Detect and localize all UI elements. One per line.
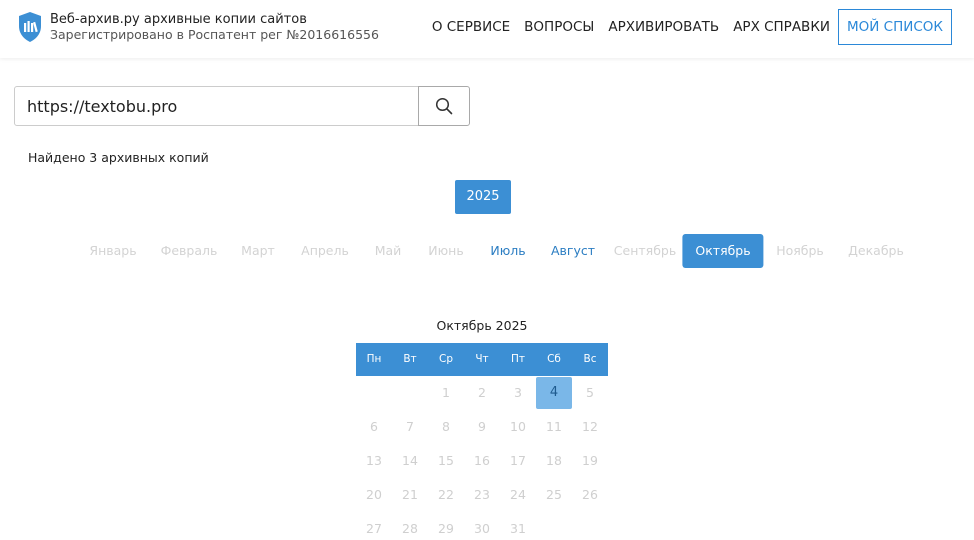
- calendar-day: 9: [478, 419, 486, 434]
- month-4: Апрель: [301, 243, 349, 258]
- calendar-day: 17: [510, 453, 526, 468]
- month-12: Декабрь: [848, 243, 904, 258]
- calendar-day: 10: [510, 419, 526, 434]
- calendar-day: 11: [546, 419, 562, 434]
- nav-faq[interactable]: ВОПРОСЫ: [524, 19, 594, 35]
- nav-about[interactable]: О СЕРВИСЕ: [432, 19, 510, 35]
- search-icon: [435, 97, 453, 115]
- calendar-day-archived[interactable]: 4: [536, 377, 572, 409]
- calendar-day: 24: [510, 487, 526, 502]
- month-9: Сентябрь: [613, 243, 677, 258]
- month-selector: Январь Февраль Март Апрель Май Июнь Июль Август…: [0, 234, 974, 268]
- calendar-day: 12: [582, 419, 598, 434]
- calendar-day: 5: [586, 385, 594, 400]
- calendar-day: 18: [546, 453, 562, 468]
- month-2: Февраль: [160, 243, 218, 258]
- month-8[interactable]: Август: [551, 234, 595, 268]
- calendar-day: 7: [406, 419, 414, 434]
- site-registration: Зарегистрировано в Роспатент рег №201661…: [50, 27, 379, 42]
- nav-archive[interactable]: АРХИВИРОВАТЬ: [608, 19, 719, 35]
- calendar-empty-cell: [392, 376, 428, 410]
- calendar-day: 27: [366, 521, 382, 536]
- calendar-day: 2: [478, 385, 486, 400]
- calendar-day: 8: [442, 419, 450, 434]
- shield-logo-icon[interactable]: [18, 11, 42, 43]
- calendar-day: 14: [402, 453, 418, 468]
- nav-my-list-button[interactable]: МОЙ СПИСОК: [838, 9, 952, 45]
- month-7[interactable]: Июль: [490, 234, 525, 268]
- weekday-label: Пт: [510, 353, 525, 365]
- found-copies-text: Найдено 3 архивных копий: [28, 150, 209, 165]
- weekday-label: Ср: [439, 353, 453, 365]
- calendar-week-row: 1 2 345: [356, 376, 608, 410]
- calendar-weekday-header: Пн Вт Ср Чт Пт Сб Вс: [356, 343, 608, 376]
- nav-certificates[interactable]: АРХ СПРАВКИ: [733, 19, 830, 35]
- calendar-day: 6: [370, 419, 378, 434]
- year-button[interactable]: 2025: [455, 180, 511, 214]
- search-button[interactable]: [418, 86, 470, 126]
- calendar-day: 15: [438, 453, 454, 468]
- calendar-day: 22: [438, 487, 454, 502]
- weekday-label: Сб: [547, 353, 561, 365]
- calendar-week-row: 20 21 22 23 24 25 26: [356, 478, 608, 512]
- month-1: Январь: [89, 243, 137, 258]
- site-header: Веб-архив.ру архивные копии сайтов Зарег…: [0, 0, 974, 58]
- calendar-day: 19: [582, 453, 598, 468]
- month-11: Ноябрь: [776, 243, 824, 258]
- calendar-empty-cell: [536, 512, 572, 540]
- calendar-day: 31: [510, 521, 526, 536]
- calendar-day: 28: [402, 521, 418, 536]
- calendar-week-row: 6 7 8 9 10 11 12: [356, 410, 608, 444]
- month-5: Май: [374, 243, 402, 258]
- weekday-label: Пн: [366, 353, 382, 365]
- calendar-day: 26: [582, 487, 598, 502]
- calendar-day: 21: [402, 487, 418, 502]
- calendar-week-row: 13 14 15 16 17 18 19: [356, 444, 608, 478]
- calendar-week-row: 27 28 29 30 31: [356, 512, 608, 540]
- calendar-day: 29: [438, 521, 454, 536]
- calendar-title: Октябрь 2025: [436, 318, 528, 333]
- month-6: Июнь: [428, 243, 464, 258]
- calendar-day: 25: [546, 487, 562, 502]
- weekday-label: Вс: [583, 353, 597, 365]
- calendar-day: 13: [366, 453, 382, 468]
- calendar-empty-cell: [572, 512, 608, 540]
- weekday-label: Вт: [403, 353, 417, 365]
- month-10[interactable]: Октябрь: [682, 234, 764, 268]
- calendar-day: 16: [474, 453, 490, 468]
- weekday-label: Чт: [475, 353, 489, 365]
- calendar-day: 30: [474, 521, 490, 536]
- site-title[interactable]: Веб-архив.ру архивные копии сайтов: [50, 12, 307, 27]
- url-search-input[interactable]: [14, 86, 419, 126]
- calendar-day: 20: [366, 487, 382, 502]
- calendar-day: 1: [442, 385, 450, 400]
- calendar: Пн Вт Ср Чт Пт Сб Вс 1 2 3 4 5 6 7 8 9 10 11 12 13 14 15 16 17…: [356, 343, 608, 540]
- calendar-empty-cell: [356, 376, 392, 410]
- month-3: Март: [241, 243, 275, 258]
- main-nav: О СЕРВИСЕ ВОПРОСЫ АРХИВИРОВАТЬ АРХ СПРАВ…: [418, 9, 952, 45]
- calendar-body: 1 2 3 4 5 6 7 8 9 10 11 12 13 14 15 16 17 18 19 20 21 22 23 24 2…: [356, 376, 608, 540]
- calendar-day: 3: [514, 385, 522, 400]
- calendar-day: 23: [474, 487, 490, 502]
